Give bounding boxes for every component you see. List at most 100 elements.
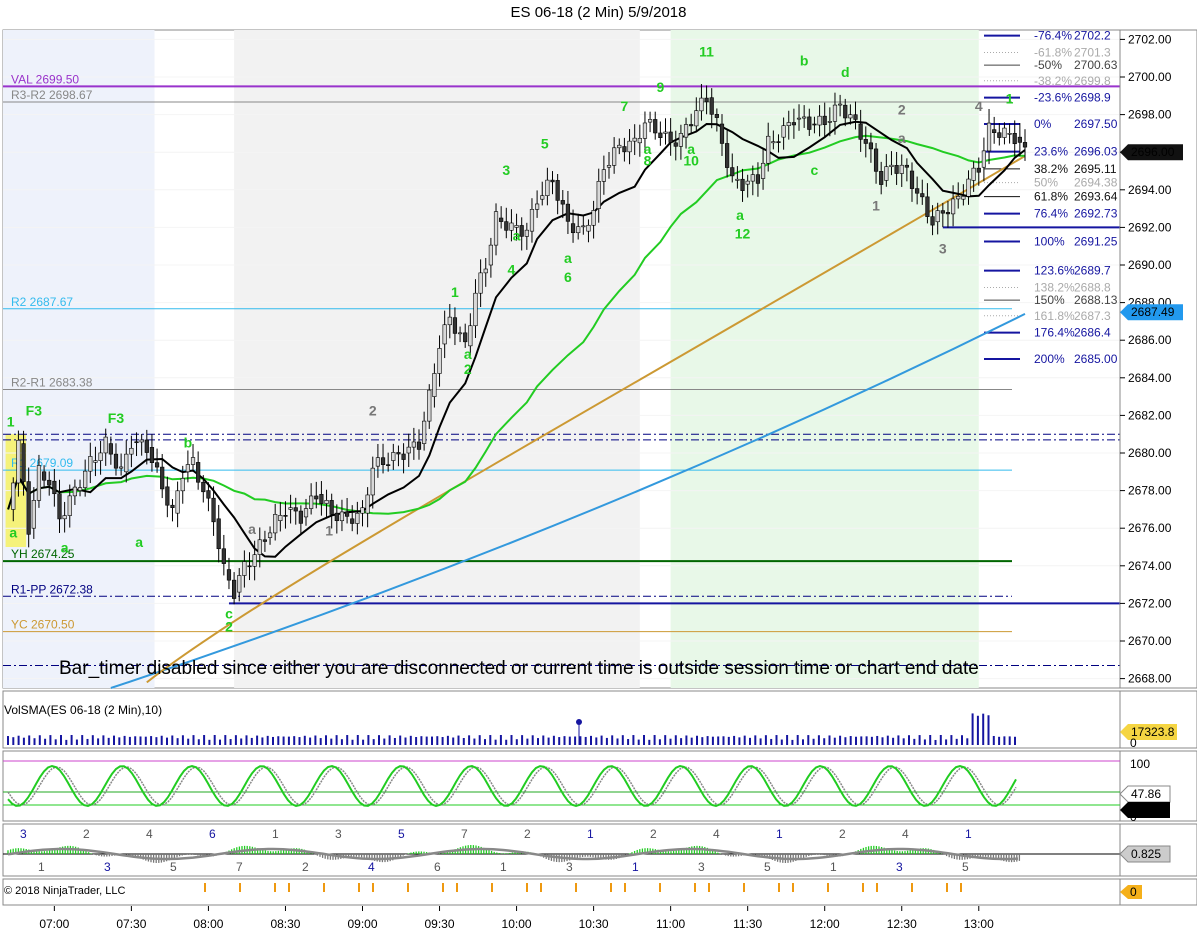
candle-body bbox=[216, 518, 221, 550]
candle-body bbox=[992, 129, 997, 134]
indicator-panels: VolSMA(ES 06-18 (2 Min),10)17323.8010047… bbox=[2, 690, 1197, 906]
candle-body bbox=[550, 179, 555, 183]
y-tick-label: 2676.00 bbox=[1128, 521, 1172, 535]
candle-body bbox=[298, 510, 303, 524]
x-tick-label: 12:00 bbox=[810, 917, 840, 931]
copyright-text: © 2018 NinjaTrader, LLC bbox=[4, 885, 125, 897]
candle-body bbox=[31, 500, 36, 529]
candle-body bbox=[21, 443, 26, 482]
fib-percent-label: 123.6% bbox=[1034, 264, 1075, 278]
candle-body bbox=[437, 348, 442, 374]
candle-body bbox=[868, 142, 874, 150]
candle-body bbox=[52, 480, 57, 495]
candle-body bbox=[62, 515, 67, 520]
fib-price-label: 2687.3 bbox=[1074, 309, 1111, 323]
candle-body bbox=[899, 164, 904, 174]
candle-body bbox=[956, 196, 961, 200]
candle-body bbox=[88, 456, 93, 472]
osc-label-above: 4 bbox=[902, 827, 909, 841]
candle-body bbox=[144, 439, 149, 453]
candle-body bbox=[570, 223, 576, 234]
candle-body bbox=[170, 504, 175, 508]
candle-body bbox=[11, 482, 16, 510]
y-tick-label: 2682.00 bbox=[1128, 408, 1172, 422]
wave-label: 4 bbox=[508, 261, 516, 277]
candle-body bbox=[396, 452, 401, 455]
candle-body bbox=[237, 575, 242, 593]
candle-body bbox=[206, 490, 211, 499]
fib-price-label: 2689.7 bbox=[1074, 264, 1111, 278]
wave-label: a bbox=[564, 250, 572, 266]
stoch-zero-label: 0 bbox=[1130, 810, 1137, 824]
x-tick-label: 08:00 bbox=[193, 917, 223, 931]
bar-timer-notice: Bar_timer disabled since either you are … bbox=[59, 658, 979, 679]
fib-percent-label: 100% bbox=[1034, 235, 1065, 249]
wave-label: 6 bbox=[564, 269, 572, 285]
y-tick-label: 2700.00 bbox=[1128, 70, 1172, 84]
y-tick-label: 2692.00 bbox=[1128, 220, 1172, 234]
candle-body bbox=[961, 196, 966, 200]
candle-body bbox=[935, 210, 940, 223]
candle-body bbox=[873, 148, 879, 172]
candle-body bbox=[288, 507, 293, 510]
last-price-tag: 2696.00 bbox=[1131, 145, 1175, 159]
session-shade-2 bbox=[234, 30, 640, 688]
fib-price-label: 2697.50 bbox=[1074, 117, 1118, 131]
candle-body bbox=[113, 453, 119, 469]
wave-label: 1 bbox=[451, 284, 459, 300]
candle-body bbox=[950, 198, 956, 215]
osc-label-below: 3 bbox=[698, 860, 705, 874]
chart-canvas[interactable]: VAL 2699.50 R3-R2 2698.67 R2 2687.67 R2-R1 … bbox=[0, 26, 1197, 952]
candle-body bbox=[565, 203, 571, 222]
candle-body bbox=[452, 317, 458, 334]
fib-percent-label: 61.8% bbox=[1034, 190, 1068, 204]
osc-label-below: 4 bbox=[368, 860, 375, 874]
x-tick-label: 09:00 bbox=[347, 917, 377, 931]
fib-percent-label: -38.2% bbox=[1034, 74, 1072, 88]
candle-body bbox=[139, 439, 144, 443]
candle-body bbox=[26, 481, 31, 535]
candle-body bbox=[252, 554, 257, 567]
volume-spike-dot bbox=[576, 719, 582, 725]
wave-label: 5 bbox=[541, 135, 549, 151]
candle-body bbox=[555, 180, 560, 201]
candle-body bbox=[601, 169, 606, 182]
candle-body bbox=[72, 486, 77, 497]
x-tick-label: 13:00 bbox=[964, 917, 994, 931]
candle-body bbox=[940, 210, 945, 214]
candle-body bbox=[622, 146, 627, 153]
candle-body bbox=[524, 229, 529, 237]
y-tick-label: 2698.00 bbox=[1128, 108, 1172, 122]
osc-label-above: 2 bbox=[524, 827, 531, 841]
candle-body bbox=[632, 137, 637, 142]
wave-label: 4 bbox=[975, 98, 983, 114]
fib-price-label: 2698.9 bbox=[1074, 91, 1111, 105]
wave-label: 2 bbox=[225, 619, 233, 635]
osc-label-below: 1 bbox=[632, 860, 639, 874]
candle-body bbox=[807, 116, 812, 130]
candle-body bbox=[879, 171, 884, 185]
osc-label-below: 2 bbox=[302, 860, 309, 874]
x-tick-label: 12:30 bbox=[887, 917, 917, 931]
candle-body bbox=[93, 460, 98, 463]
wave-label: a bbox=[61, 540, 69, 556]
wave-label: a bbox=[9, 525, 17, 541]
candle-body bbox=[760, 162, 766, 179]
candle-body bbox=[817, 115, 822, 126]
candle-body bbox=[149, 447, 155, 463]
candle-body bbox=[41, 471, 47, 481]
candle-body bbox=[350, 518, 355, 524]
volume-value-label: 17323.8 bbox=[1131, 725, 1175, 739]
candle-body bbox=[976, 167, 981, 173]
wave-label: d bbox=[841, 64, 850, 80]
fib-price-label: 2694.38 bbox=[1074, 176, 1118, 190]
candle-body bbox=[488, 244, 493, 266]
candle-body bbox=[344, 511, 350, 517]
candle-body bbox=[714, 114, 719, 118]
candle-body bbox=[889, 164, 894, 168]
candle-body bbox=[735, 178, 740, 181]
candle-body bbox=[427, 389, 432, 422]
candle-body bbox=[966, 178, 971, 197]
candle-body bbox=[894, 165, 899, 174]
candle-body bbox=[771, 141, 776, 144]
